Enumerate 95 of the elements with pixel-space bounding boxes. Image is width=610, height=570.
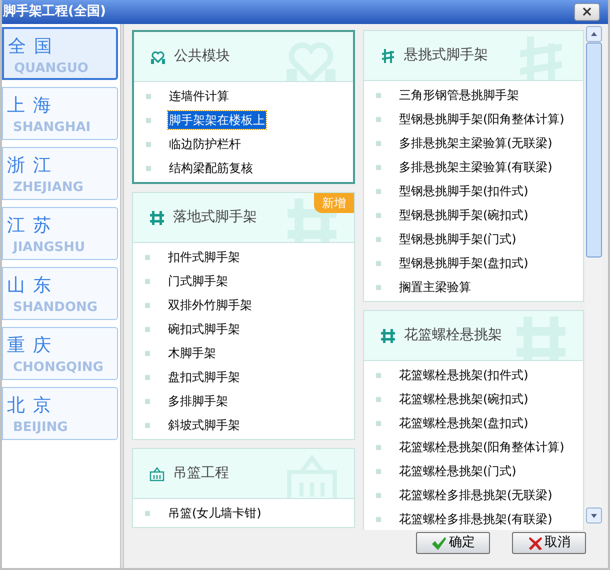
module-item[interactable]: 花篮螺栓多排悬挑架(有联梁) bbox=[398, 510, 554, 528]
region-pinyin: CHONGQING bbox=[13, 359, 104, 377]
region-tab[interactable]: 重庆 CHONGQING bbox=[2, 327, 118, 380]
module-item[interactable]: 连墙件计算 bbox=[168, 87, 230, 105]
ok-button[interactable]: 确定 bbox=[416, 532, 490, 554]
module-item[interactable]: 多排脚手架 bbox=[167, 392, 229, 410]
region-name: 上海 bbox=[7, 94, 59, 118]
bullet-icon bbox=[145, 326, 150, 332]
module-item[interactable]: 花篮螺栓悬挑架(盘扣式) bbox=[398, 414, 530, 432]
scaffold-frame-icon bbox=[149, 210, 165, 226]
module-item[interactable]: 双排外竹脚手架 bbox=[167, 296, 253, 314]
bullet-icon bbox=[376, 396, 381, 402]
module-item[interactable]: 斜坡式脚手架 bbox=[167, 416, 241, 434]
module-item[interactable]: 结构梁配筋复核 bbox=[168, 159, 254, 177]
region-name: 江苏 bbox=[7, 214, 59, 238]
bullet-icon bbox=[146, 142, 151, 146]
region-name: 北京 bbox=[7, 394, 59, 418]
bullet-icon bbox=[376, 444, 381, 450]
region-pinyin: BEIJING bbox=[13, 419, 68, 437]
module-item[interactable]: 门式脚手架 bbox=[167, 272, 229, 290]
checkmark-icon bbox=[431, 535, 447, 551]
region-tab[interactable]: 山东 SHANDONG bbox=[2, 267, 118, 320]
card-title: 公共模块 bbox=[174, 47, 230, 66]
module-item[interactable]: 多排悬挑架主梁验算(无联梁) bbox=[398, 134, 554, 152]
region-name: 浙江 bbox=[7, 154, 59, 178]
bullet-icon bbox=[376, 492, 381, 498]
module-item[interactable]: 临边防护栏杆 bbox=[168, 135, 242, 153]
region-pinyin: QUANGUO bbox=[14, 60, 88, 78]
bullet-icon bbox=[376, 116, 381, 122]
module-item[interactable]: 盘扣式脚手架 bbox=[167, 368, 241, 386]
card-title: 落地式脚手架 bbox=[173, 208, 257, 227]
region-pinyin: SHANDONG bbox=[13, 299, 98, 317]
bullet-icon bbox=[145, 510, 150, 516]
bullet-icon bbox=[376, 420, 381, 426]
module-item[interactable]: 型钢悬挑脚手架(阳角整体计算) bbox=[398, 110, 566, 128]
bullet-icon bbox=[376, 468, 381, 474]
bullet-icon bbox=[145, 302, 150, 308]
bullet-icon bbox=[376, 140, 381, 146]
bullet-icon bbox=[145, 422, 150, 428]
bullet-icon bbox=[145, 374, 150, 380]
bullet-icon bbox=[376, 236, 381, 242]
region-name: 山东 bbox=[7, 274, 59, 298]
bullet-icon bbox=[145, 398, 150, 404]
module-item[interactable]: 花篮螺栓悬挑架(碗扣式) bbox=[398, 390, 530, 408]
cancel-button[interactable]: 取消 bbox=[512, 532, 586, 554]
bullet-icon bbox=[376, 372, 381, 378]
bullet-icon bbox=[145, 278, 150, 284]
module-item[interactable]: 花篮螺栓悬挑架(扣件式) bbox=[398, 366, 530, 384]
module-item[interactable]: 型钢悬挑脚手架(扣件式) bbox=[398, 182, 530, 200]
region-pinyin: JIANGSHU bbox=[13, 239, 86, 257]
bullet-icon bbox=[376, 260, 381, 266]
card-title: 悬挑式脚手架 bbox=[404, 46, 488, 65]
scrollbar[interactable] bbox=[586, 26, 602, 524]
region-name: 重庆 bbox=[7, 334, 59, 358]
module-item[interactable]: 搁置主梁验算 bbox=[398, 278, 472, 296]
new-badge: 新增 bbox=[314, 193, 354, 213]
heart-hands-icon bbox=[150, 48, 166, 64]
module-item[interactable]: 木脚手架 bbox=[167, 344, 217, 362]
region-name: 全国 bbox=[8, 35, 60, 59]
region-tab[interactable]: 江苏 JIANGSHU bbox=[2, 207, 118, 260]
module-item[interactable]: 型钢悬挑脚手架(碗扣式) bbox=[398, 206, 530, 224]
module-item[interactable]: 扣件式脚手架 bbox=[167, 248, 241, 266]
module-item[interactable]: 型钢悬挑脚手架(盘扣式) bbox=[398, 254, 530, 272]
window-title: 脚手架工程(全国) bbox=[3, 2, 106, 22]
module-item[interactable]: 脚手架架在楼板上 bbox=[168, 111, 266, 129]
bullet-icon bbox=[376, 284, 381, 290]
close-button[interactable]: × bbox=[574, 3, 600, 21]
card-title: 吊篮工程 bbox=[173, 464, 229, 483]
module-item[interactable]: 型钢悬挑脚手架(门式) bbox=[398, 230, 518, 248]
bullet-icon bbox=[145, 350, 150, 356]
region-tab[interactable]: 浙江 ZHEJIANG bbox=[2, 147, 118, 200]
bullet-icon bbox=[146, 118, 151, 122]
bullet-icon bbox=[146, 166, 151, 170]
bullet-icon bbox=[376, 92, 381, 98]
module-item[interactable]: 吊篮(女儿墙卡钳) bbox=[167, 504, 262, 522]
module-item[interactable]: 多排悬挑架主梁验算(有联梁) bbox=[398, 158, 554, 176]
bullet-icon bbox=[376, 212, 381, 218]
module-item[interactable]: 花篮螺栓悬挑架(门式) bbox=[398, 462, 518, 480]
module-item[interactable]: 三角形钢管悬挑脚手架 bbox=[398, 86, 520, 104]
bullet-icon bbox=[145, 254, 150, 260]
module-item[interactable]: 花篮螺栓多排悬挑架(无联梁) bbox=[398, 486, 554, 504]
region-tab[interactable]: 北京 BEIJING bbox=[2, 387, 118, 440]
region-tab[interactable]: 上海 SHANGHAI bbox=[2, 87, 118, 140]
card-title: 花篮螺栓悬挑架 bbox=[404, 326, 502, 345]
module-item[interactable]: 花篮螺栓悬挑架(阳角整体计算) bbox=[398, 438, 566, 456]
bullet-icon bbox=[146, 94, 151, 98]
bullet-icon bbox=[376, 188, 381, 194]
basket-icon bbox=[149, 466, 165, 482]
bullet-icon bbox=[376, 164, 381, 170]
region-pinyin: ZHEJIANG bbox=[13, 179, 84, 197]
cross-icon bbox=[528, 536, 542, 550]
module-item[interactable]: 碗扣式脚手架 bbox=[167, 320, 241, 338]
scaffold-frame-icon bbox=[380, 328, 396, 344]
bullet-icon bbox=[376, 516, 381, 522]
region-pinyin: SHANGHAI bbox=[13, 119, 91, 137]
